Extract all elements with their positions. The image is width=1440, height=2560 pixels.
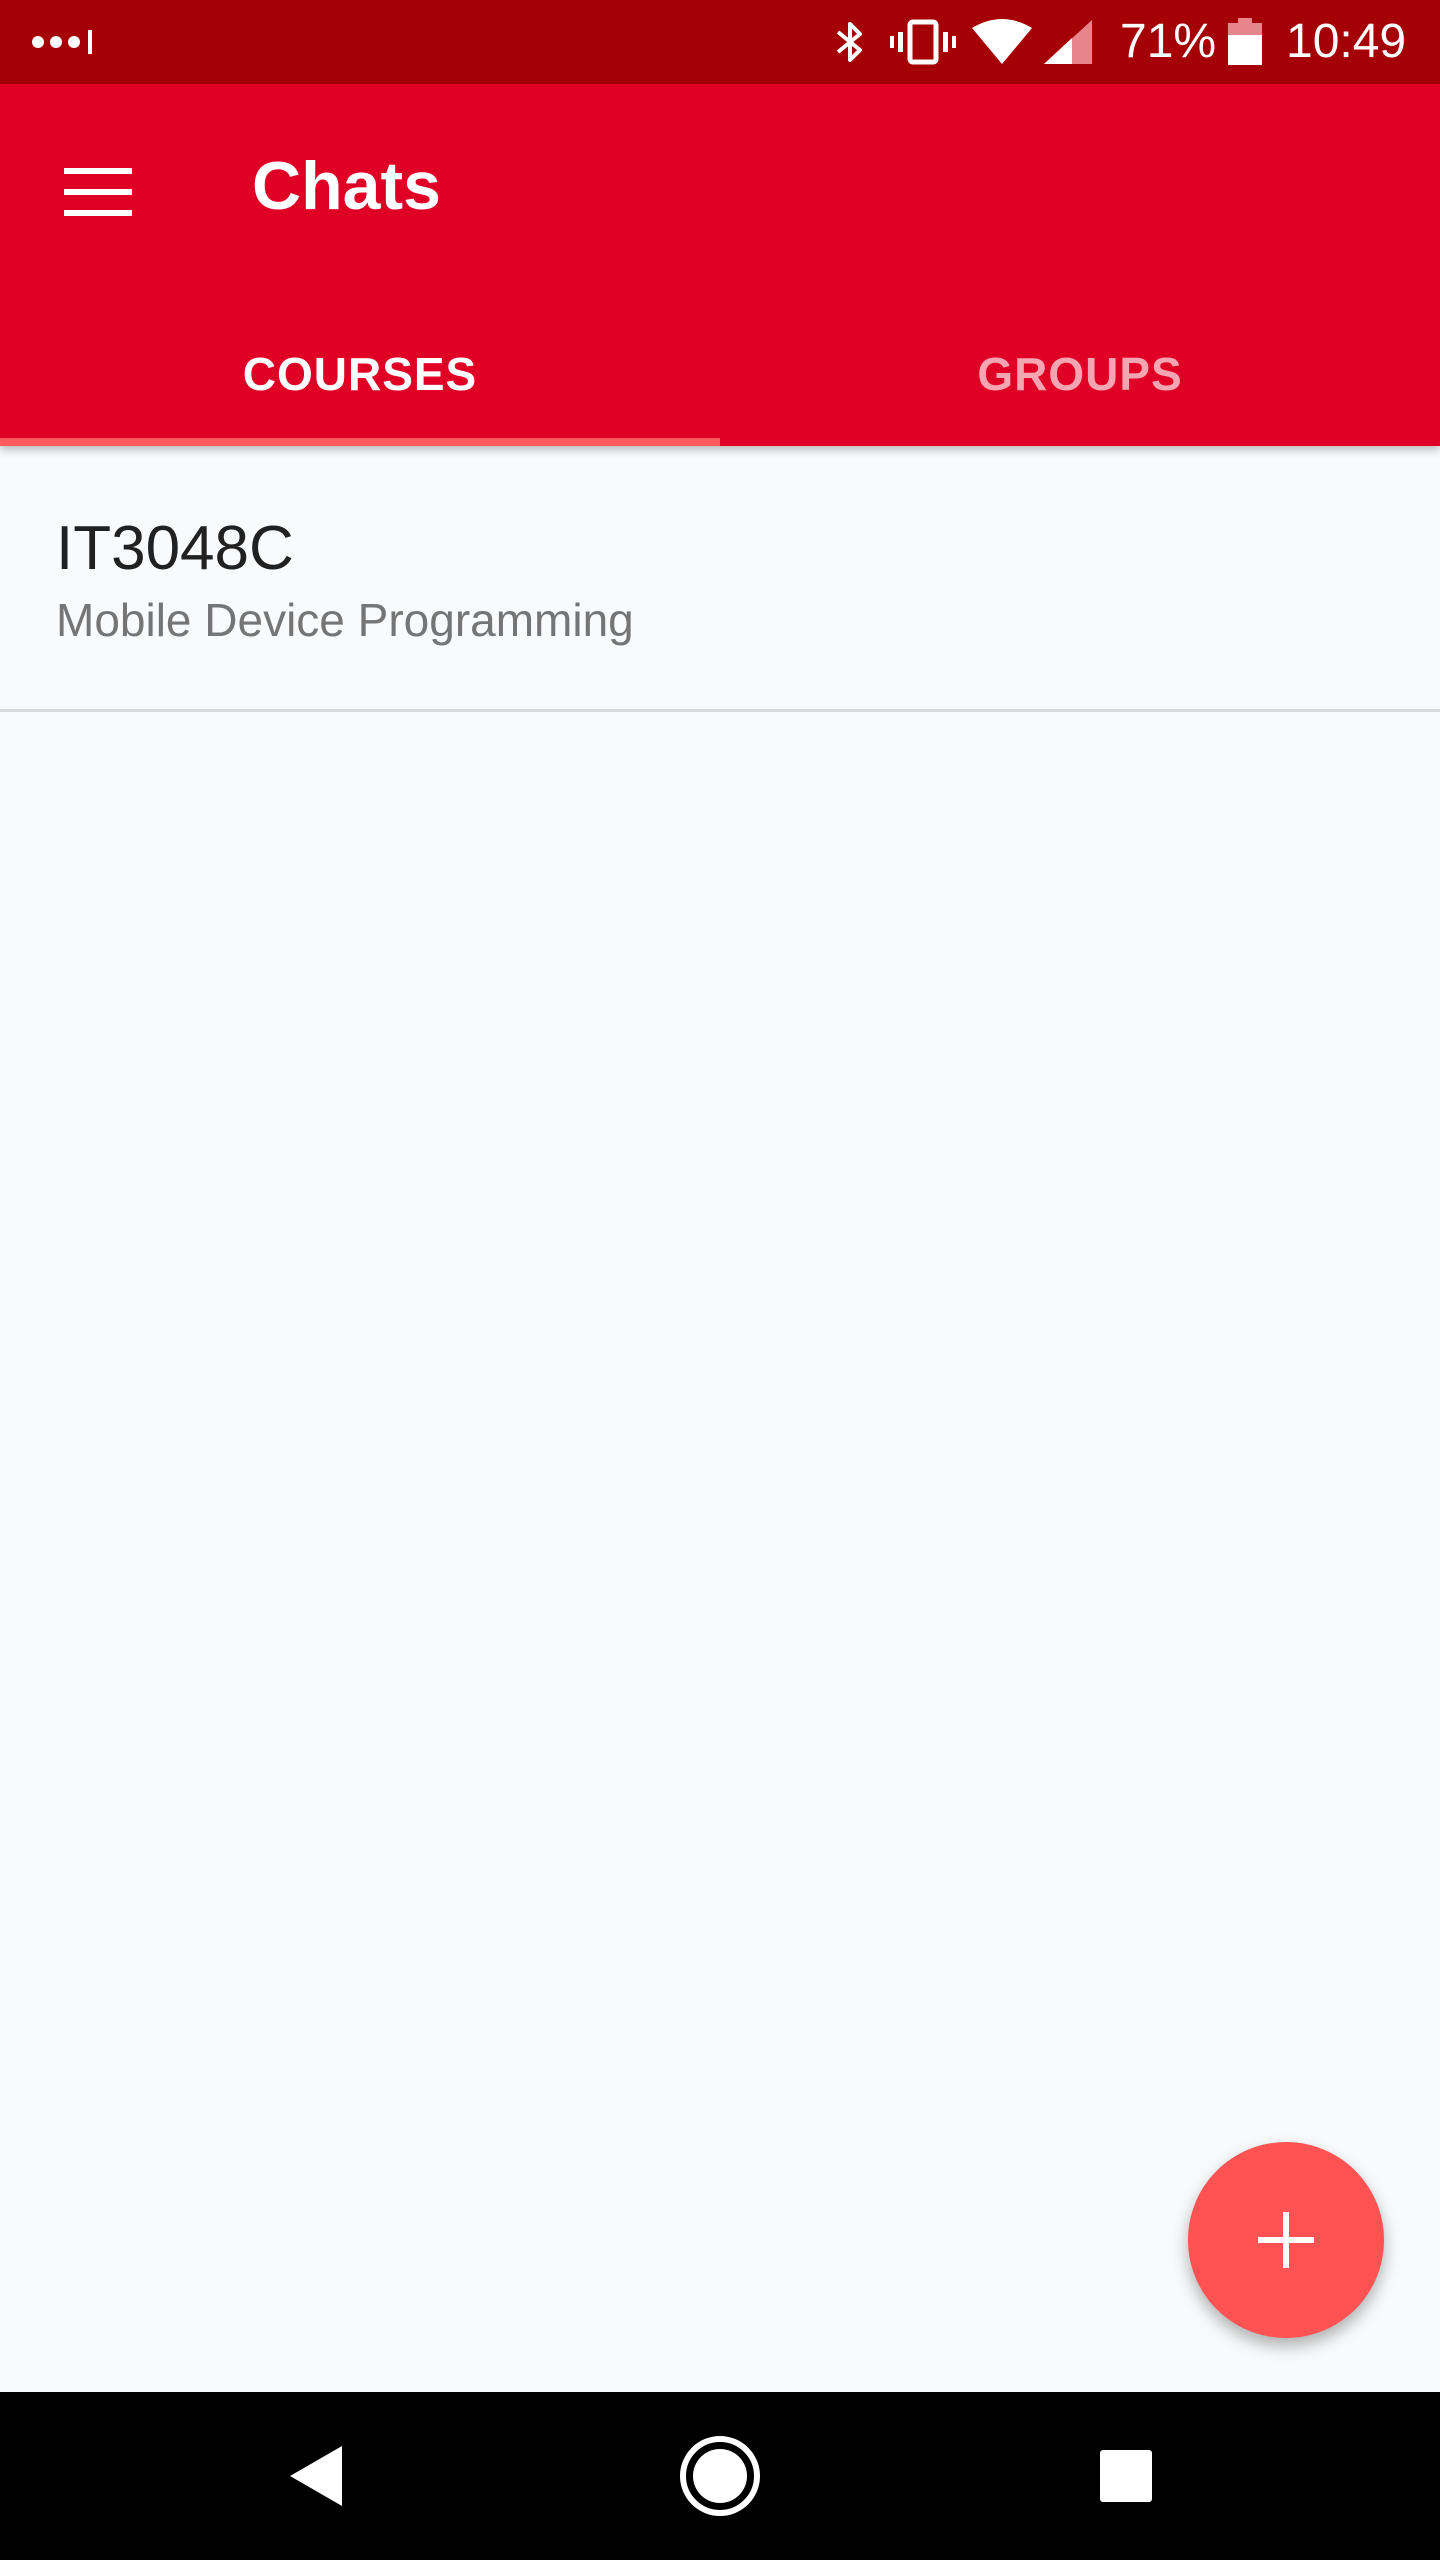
bluetooth-icon <box>836 22 862 62</box>
status-bar: 71% 10:49 <box>0 0 1440 84</box>
battery-icon <box>1228 18 1262 65</box>
plus-icon <box>1258 2212 1314 2268</box>
hamburger-menu-icon <box>64 168 132 216</box>
tab-bar: COURSES GROUPS <box>0 312 1440 446</box>
back-button[interactable] <box>266 2426 366 2526</box>
tab-groups[interactable]: GROUPS <box>720 312 1440 446</box>
home-icon <box>680 2436 760 2516</box>
chat-title: IT3048C <box>56 514 294 583</box>
tab-groups-label: GROUPS <box>977 348 1183 400</box>
menu-button[interactable] <box>40 134 156 250</box>
wifi-icon <box>972 19 1032 64</box>
list-item[interactable]: IT3048C Mobile Device Programming <box>0 446 1440 712</box>
add-chat-button[interactable] <box>1188 2142 1384 2338</box>
back-icon <box>290 2446 342 2506</box>
home-button[interactable] <box>670 2426 770 2526</box>
recents-icon <box>1100 2450 1152 2502</box>
recents-button[interactable] <box>1076 2426 1176 2526</box>
vibrate-icon <box>890 19 956 65</box>
clock: 10:49 <box>1286 15 1407 68</box>
app-bar: Chats COURSES GROUPS <box>0 84 1440 446</box>
system-nav-bar <box>0 2392 1440 2560</box>
tab-courses-label: COURSES <box>242 348 478 400</box>
chat-subtitle: Mobile Device Programming <box>56 594 634 646</box>
cellular-signal-icon <box>1044 20 1092 64</box>
chat-list: IT3048C Mobile Device Programming <box>0 446 1440 712</box>
page-title: Chats <box>252 148 441 224</box>
battery-percent: 71% <box>1120 15 1217 68</box>
tab-indicator <box>0 438 720 446</box>
app-screen: 71% 10:49 Chats COURSES GROUPS IT3048C M… <box>0 0 1440 2560</box>
notification-dots-icon <box>32 30 92 54</box>
tab-courses[interactable]: COURSES <box>0 312 720 446</box>
